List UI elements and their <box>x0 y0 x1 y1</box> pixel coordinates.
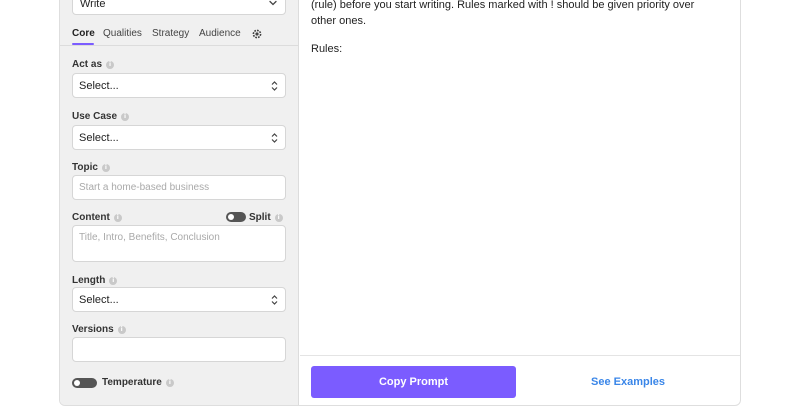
act-as-select-value: Select... <box>79 80 119 92</box>
mode-select[interactable]: Write <box>72 0 286 15</box>
mode-select-value: Write <box>80 0 106 10</box>
versions-label: Versions i <box>72 324 126 335</box>
see-examples-link[interactable]: See Examples <box>591 376 665 388</box>
info-icon: i <box>109 277 118 285</box>
updown-chevron-icon <box>271 295 278 305</box>
info-icon: i <box>101 164 110 172</box>
use-case-select[interactable]: Select... <box>72 125 286 150</box>
action-footer: Copy Prompt See Examples <box>300 355 740 405</box>
gear-icon[interactable] <box>251 28 263 40</box>
active-tab-indicator <box>72 43 94 45</box>
tab-qualities[interactable]: Qualities <box>103 28 142 39</box>
tab-strategy[interactable]: Strategy <box>152 28 189 39</box>
prompt-preview-panel: (rule) before you start writing. Rules m… <box>300 0 740 405</box>
copy-prompt-button[interactable]: Copy Prompt <box>311 366 516 398</box>
use-case-label: Use Case i <box>72 111 130 122</box>
temperature-label: Temperature i <box>102 377 174 388</box>
info-icon: i <box>117 326 126 334</box>
info-icon: i <box>274 214 283 222</box>
info-icon: i <box>165 379 174 387</box>
rules-label: Rules: <box>311 43 343 55</box>
info-icon: i <box>121 113 130 121</box>
tab-bar: Core Qualities Strategy Audience <box>60 27 299 46</box>
tab-core[interactable]: Core <box>72 28 95 39</box>
act-as-label: Act as i <box>72 59 115 70</box>
updown-chevron-icon <box>271 133 278 143</box>
split-label: Split i <box>249 212 283 223</box>
topic-placeholder: Start a home-based business <box>79 182 210 193</box>
length-label: Length i <box>72 275 118 286</box>
split-toggle[interactable] <box>226 212 246 222</box>
versions-input[interactable] <box>72 337 286 362</box>
topic-label: Topic i <box>72 162 110 173</box>
temperature-toggle[interactable] <box>72 378 97 388</box>
content-placeholder: Title, Intro, Benefits, Conclusion <box>79 232 220 243</box>
updown-chevron-icon <box>271 81 278 91</box>
act-as-select[interactable]: Select... <box>72 73 286 98</box>
prompt-builder-window: Write Core Qualities Strategy Audience A… <box>59 0 741 406</box>
content-label: Content i <box>72 212 122 223</box>
chevron-down-icon <box>269 0 277 6</box>
info-icon: i <box>113 214 122 222</box>
tab-audience[interactable]: Audience <box>199 28 241 39</box>
info-icon: i <box>106 61 115 69</box>
content-textarea[interactable]: Title, Intro, Benefits, Conclusion <box>72 225 286 262</box>
use-case-select-value: Select... <box>79 132 119 144</box>
sidebar: Write Core Qualities Strategy Audience A… <box>60 0 299 405</box>
length-select-value: Select... <box>79 294 119 306</box>
topic-input[interactable]: Start a home-based business <box>72 175 286 200</box>
length-select[interactable]: Select... <box>72 287 286 312</box>
prompt-text: (rule) before you start writing. Rules m… <box>311 0 695 27</box>
